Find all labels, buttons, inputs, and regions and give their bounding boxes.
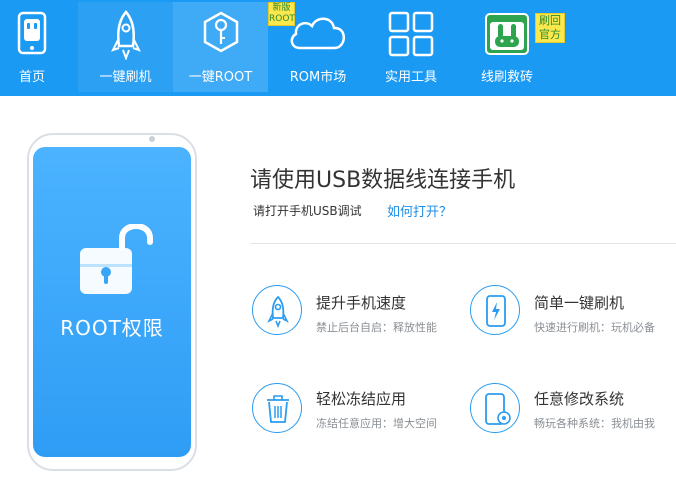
nav-item-one-click-root[interactable]: 一键ROOT bbox=[173, 2, 268, 92]
divider bbox=[250, 243, 676, 244]
nav-item-home[interactable]: 首页 bbox=[0, 2, 64, 92]
page-title: 请使用USB数据线连接手机 bbox=[250, 168, 516, 193]
grid-icon bbox=[387, 10, 435, 62]
cloud-icon bbox=[286, 10, 350, 58]
feature-desc-flash: 快速进行刷机：玩机必备 bbox=[534, 321, 655, 334]
feature-title-speed: 提升手机速度 bbox=[316, 294, 407, 312]
trash-icon bbox=[252, 383, 302, 433]
nav-item-one-click-flash[interactable]: 一键刷机 bbox=[78, 2, 173, 92]
usb-debug-hint: 请打开手机USB调试 bbox=[253, 204, 362, 218]
rocket-icon bbox=[252, 285, 302, 335]
phone-camera bbox=[149, 136, 155, 142]
feature-title-flash: 简单一键刷机 bbox=[534, 294, 625, 312]
nav-label-rom-market: ROM市场 bbox=[289, 70, 347, 85]
nav-label-tools: 实用工具 bbox=[384, 70, 437, 85]
feature-desc-freeze: 冻结任意应用：增大空间 bbox=[316, 417, 437, 430]
key-hexagon-icon bbox=[201, 10, 241, 62]
rocket-icon bbox=[110, 10, 141, 64]
top-nav-bar: 首页 一键刷机 一键ROOT ROM市场 新版 ROOT 实用工具 线刷救砖 刷… bbox=[0, 0, 676, 96]
feature-title-modify: 任意修改系统 bbox=[534, 390, 625, 408]
rabbit-box-icon bbox=[484, 10, 530, 60]
how-to-open-link[interactable]: 如何打开？ bbox=[387, 201, 452, 220]
restore-official-badge[interactable]: 刷回 官方 bbox=[535, 13, 565, 43]
nav-label-one-click-flash: 一键刷机 bbox=[99, 70, 152, 85]
nav-label-line-flash: 线刷救砖 bbox=[480, 70, 533, 85]
feature-desc-speed: 禁止后台自启：释放性能 bbox=[316, 321, 437, 334]
phone-screen bbox=[33, 147, 191, 457]
nav-label-home: 首页 bbox=[18, 70, 45, 85]
feature-title-freeze: 轻松冻结应用 bbox=[316, 390, 407, 408]
unlock-padlock-icon bbox=[78, 223, 156, 302]
new-root-badge: 新版 ROOT bbox=[268, 2, 295, 26]
nav-item-tools[interactable]: 实用工具 bbox=[368, 2, 454, 92]
nav-label-one-click-root: 一键ROOT bbox=[188, 70, 253, 85]
phone-rabbit-icon bbox=[15, 10, 49, 60]
feature-desc-modify: 畅玩各种系统：我机由我 bbox=[534, 417, 655, 430]
phone-bolt-icon bbox=[470, 285, 520, 335]
root-permission-text: ROOT权限 bbox=[60, 316, 164, 340]
phone-gear-icon bbox=[470, 383, 520, 433]
